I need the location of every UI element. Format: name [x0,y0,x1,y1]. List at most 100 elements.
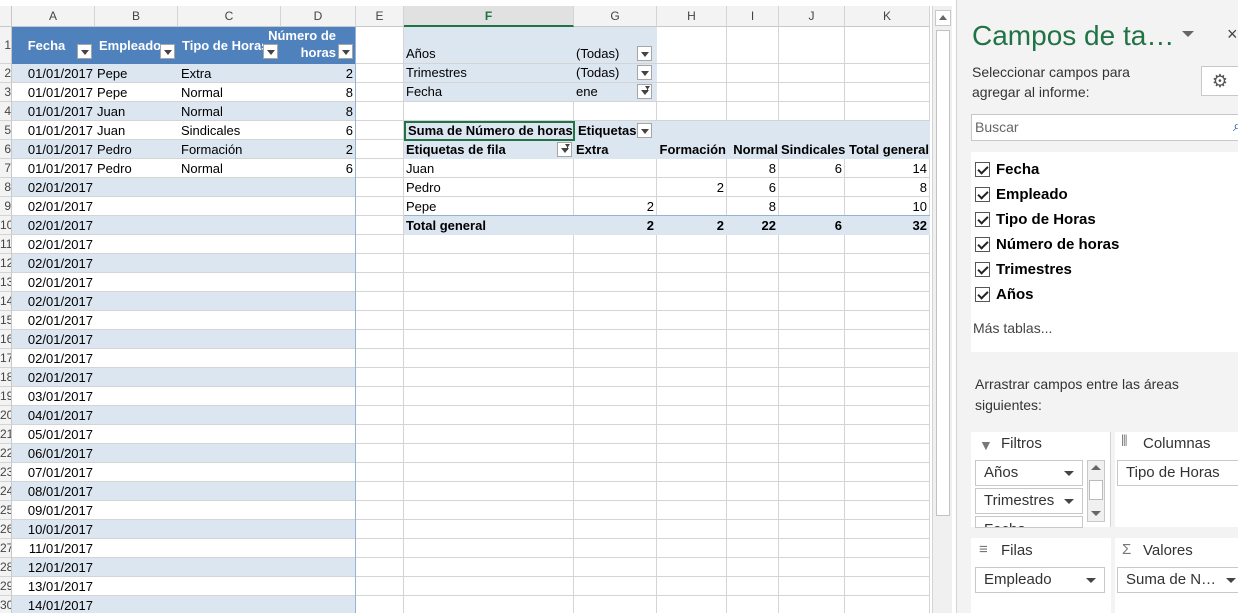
columns-item[interactable]: Tipo de Horas [1117,460,1238,486]
close-icon[interactable]: × [1227,24,1238,45]
vertical-scrollbar[interactable] [932,6,952,613]
row-header-28[interactable]: 28 [0,558,12,577]
pivot-sum-label[interactable]: Suma de Número de horas [404,121,575,141]
column-header-c[interactable]: C [178,6,281,27]
spreadsheet-grid[interactable]: ABCDEFGHIJK12345678910111213141516171819… [0,0,930,613]
row-header-11[interactable]: 11 [0,235,12,254]
chevron-down-icon[interactable] [1064,499,1074,504]
row-header-4[interactable]: 4 [0,102,12,121]
table-header-fecha[interactable]: Fecha [12,27,95,64]
row-header-20[interactable]: 20 [0,406,12,425]
row-header-22[interactable]: 22 [0,444,12,463]
checkbox-checked-icon[interactable] [975,237,990,252]
chevron-down-icon[interactable] [1086,578,1096,583]
column-header-e[interactable]: E [356,6,404,27]
row-header-14[interactable]: 14 [0,292,12,311]
row-header-8[interactable]: 8 [0,178,12,197]
field-item[interactable]: Empleado [971,186,1231,207]
pivot-value-cell: 8 [768,161,776,176]
select-all-corner[interactable] [0,6,12,27]
field-item[interactable]: Fecha [971,161,1231,182]
row-header-21[interactable]: 21 [0,425,12,444]
tools-gear-icon[interactable]: ⚙ [1201,66,1238,96]
field-item[interactable]: Años [971,286,1231,307]
row-header-10[interactable]: 10 [0,216,12,235]
pivot-filter-value[interactable]: ene [576,82,636,101]
pivot-col-labels[interactable]: Etiquetas de columna [576,121,636,140]
checkbox-checked-icon[interactable] [975,262,990,277]
row-header-23[interactable]: 23 [0,463,12,482]
row-header-18[interactable]: 18 [0,368,12,387]
row-header-19[interactable]: 19 [0,387,12,406]
search-icon[interactable]: ⌕ [1233,118,1238,136]
row-header-29[interactable]: 29 [0,577,12,596]
chevron-down-icon[interactable] [1226,578,1236,583]
checkbox-checked-icon[interactable] [975,212,990,227]
row-header-30[interactable]: 30 [0,596,12,613]
scroll-down-icon[interactable] [1091,511,1101,516]
filter-dropdown-icon[interactable] [77,44,92,59]
filters-scroll-thumb[interactable] [1089,480,1103,500]
column-header-d[interactable]: D [281,6,356,27]
checkbox-checked-icon[interactable] [975,187,990,202]
table-header-numero[interactable]: Número de horas [268,27,356,64]
pivot-filter-dropdown-icon[interactable] [637,65,652,80]
scroll-up-icon[interactable] [1091,465,1101,470]
fecha-cell: 04/01/2017 [27,408,93,423]
rows-item[interactable]: Empleado [975,567,1105,593]
row-header-17[interactable]: 17 [0,349,12,368]
filter-dropdown-icon[interactable] [160,44,175,59]
row-header-3[interactable]: 3 [0,83,12,102]
column-labels-dropdown-icon[interactable] [637,123,652,138]
pane-options-chevron-down-icon[interactable] [1182,31,1194,37]
more-tables-link[interactable]: Más tablas... [973,320,1052,336]
row-header-7[interactable]: 7 [0,159,12,178]
filter-item-2[interactable]: Fecha [975,516,1083,528]
scrollbar-thumb[interactable] [936,30,950,516]
row-header-5[interactable]: 5 [0,121,12,140]
filter-dropdown-icon[interactable] [338,44,353,59]
column-header-h[interactable]: H [657,6,727,27]
checkbox-checked-icon[interactable] [975,287,990,302]
column-header-a[interactable]: A [12,6,95,27]
filter-item-1[interactable]: Trimestres [975,488,1083,514]
empleado-cell [97,482,178,501]
row-header-2[interactable]: 2 [0,64,12,83]
field-search-input[interactable]: Buscar ⌕ [971,114,1238,141]
values-item[interactable]: Suma de Número de horas [1117,567,1238,593]
column-header-i[interactable]: I [727,6,779,27]
column-header-k[interactable]: K [845,6,930,27]
scroll-up-icon[interactable] [935,10,951,26]
row-header-12[interactable]: 12 [0,254,12,273]
row-header-1[interactable]: 1 [0,27,12,64]
pivot-filter-value[interactable]: (Todas) [576,44,636,63]
row-header-6[interactable]: 6 [0,140,12,159]
checkbox-checked-icon[interactable] [975,162,990,177]
field-item[interactable]: Número de horas [971,236,1231,257]
row-header-16[interactable]: 16 [0,330,12,349]
fecha-cell: 10/01/2017 [27,522,93,537]
chevron-down-icon[interactable] [1064,471,1074,476]
row-header-24[interactable]: 24 [0,482,12,501]
horas-cell: 2 [345,66,353,81]
empleado-cell [97,539,178,558]
row-header-26[interactable]: 26 [0,520,12,539]
column-header-f[interactable]: F [404,6,574,27]
field-item[interactable]: Trimestres [971,261,1231,282]
table-header-empleado[interactable]: Empleado [95,27,178,64]
row-header-13[interactable]: 13 [0,273,12,292]
pivot-filter-applied-icon[interactable] [637,84,652,99]
pivot-filter-dropdown-icon[interactable] [637,46,652,61]
column-header-b[interactable]: B [95,6,178,27]
pivot-row-labels[interactable]: Etiquetas de fila [404,140,572,159]
column-header-j[interactable]: J [779,6,845,27]
row-header-9[interactable]: 9 [0,197,12,216]
pivot-filter-value[interactable]: (Todas) [576,63,636,82]
row-header-27[interactable]: 27 [0,539,12,558]
column-header-g[interactable]: G [574,6,657,27]
field-item[interactable]: Tipo de Horas [971,211,1231,232]
filter-item-0[interactable]: Años [975,460,1083,486]
row-labels-filter-icon[interactable] [557,142,572,157]
row-header-25[interactable]: 25 [0,501,12,520]
row-header-15[interactable]: 15 [0,311,12,330]
